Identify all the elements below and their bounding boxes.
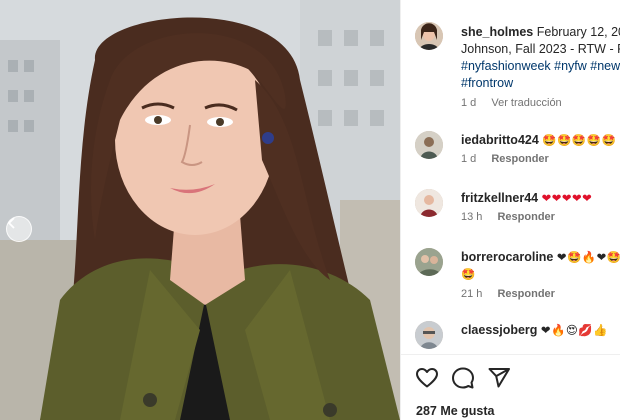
post-age: 1 d [461,97,477,109]
reply-button[interactable]: Responder [497,288,554,300]
avatar-image [415,22,443,50]
comment-text: iedabritto424 🤩🤩🤩🤩🤩 [461,132,620,149]
commenter-avatar[interactable] [415,131,443,159]
commenter-username[interactable]: claessjoberg [461,323,537,337]
comment-meta: 13 h Responder [461,211,555,223]
comment-emojis-continued: 🤩 [461,267,476,281]
avatar-image [415,248,443,276]
commenter-avatar[interactable] [415,248,443,276]
author-avatar[interactable] [415,22,443,50]
author-username[interactable]: she_holmes [461,25,533,39]
post-photo [0,0,400,420]
caption-meta: 1 d Ver traducción [461,97,562,109]
photo-illustration [0,0,400,420]
see-translation-link[interactable]: Ver traducción [491,97,561,109]
paper-plane-icon [488,368,510,388]
carousel-previous-button[interactable] [6,216,32,242]
commenter-username[interactable]: fritzkellner44 [461,191,538,205]
chevron-left-icon [7,217,15,229]
comment-text: borrerocaroline ❤🤩🔥❤🤩 🤩 [461,249,620,283]
comment-age: 13 h [461,211,483,223]
reply-button[interactable]: Responder [497,211,554,223]
comment-age: 21 h [461,288,483,300]
reply-button[interactable]: Responder [491,153,548,165]
post-side-panel: she_holmes February 12, 2023 Johnson, Fa… [401,0,620,420]
caption-line-1: February 12, 2023 [536,25,620,39]
comment-text: fritzkellner44 ❤❤❤❤❤ [461,190,620,207]
comment-button[interactable] [451,366,475,390]
comment-age: 1 d [461,153,477,165]
hashtag-link[interactable]: #frontrow [461,76,513,90]
heart-outline-icon [416,368,438,388]
hashtag-link[interactable]: #nyfw [554,59,587,73]
hashtag-link[interactable]: #new [590,59,620,73]
comment-text: claessjoberg ❤🔥😍💋👍 [461,322,620,339]
like-button[interactable] [415,366,439,390]
comment-item: claessjoberg ❤🔥😍💋👍 [415,318,620,352]
share-button[interactable] [487,366,511,390]
avatar-image [415,321,443,349]
commenter-avatar[interactable] [415,321,443,349]
comment-bubble-icon [452,367,474,389]
comment-item: borrerocaroline ❤🤩🔥❤🤩 🤩 21 h Responder [415,245,620,305]
avatar-image [415,189,443,217]
commenter-username[interactable]: borrerocaroline [461,250,553,264]
commenter-avatar[interactable] [415,189,443,217]
comment-meta: 1 d Responder [461,153,549,165]
avatar-image [415,131,443,159]
comment-emojis: ❤❤❤❤❤ [541,191,593,205]
comment-item: fritzkellner44 ❤❤❤❤❤ 13 h Responder [415,186,620,226]
caption-line-2: Johnson, Fall 2023 - RTW - Fr [461,42,620,56]
commenter-username[interactable]: iedabritto424 [461,133,539,147]
hashtag-link[interactable]: #nyfashionweek [461,59,551,73]
caption-text: she_holmes February 12, 2023 Johnson, Fa… [461,24,620,92]
actions-divider [401,354,620,355]
comment-emojis: 🤩🤩🤩🤩🤩 [542,133,617,147]
comment-emojis: ❤🤩🔥❤🤩 [556,250,620,264]
likes-count[interactable]: 287 Me gusta [416,404,495,418]
comment-item: iedabritto424 🤩🤩🤩🤩🤩 1 d Responder [415,128,620,168]
comment-emojis: ❤🔥😍💋👍 [540,323,609,337]
comment-meta: 21 h Responder [461,288,555,300]
